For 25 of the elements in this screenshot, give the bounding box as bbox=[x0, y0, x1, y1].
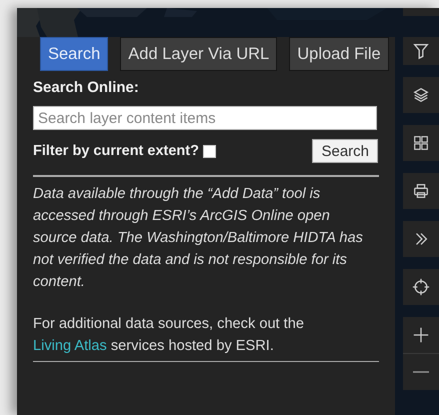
section-label: Search Online: bbox=[33, 79, 140, 96]
layers-icon bbox=[412, 86, 430, 104]
search-button[interactable]: Search bbox=[312, 139, 378, 163]
filter-label: Filter by current extent? bbox=[33, 143, 199, 159]
print-icon bbox=[412, 182, 430, 200]
minus-icon bbox=[412, 371, 430, 373]
print-button[interactable] bbox=[403, 173, 439, 209]
grid-icon bbox=[412, 134, 430, 152]
filter-button[interactable] bbox=[403, 37, 439, 65]
locate-button[interactable] bbox=[403, 269, 439, 305]
layers-button[interactable] bbox=[403, 77, 439, 113]
checkbox[interactable] bbox=[202, 144, 216, 158]
plus-icon bbox=[412, 326, 430, 344]
locate-icon bbox=[412, 278, 430, 296]
grid-button[interactable] bbox=[403, 125, 439, 161]
tab[interactable]: Add Layer Via URL bbox=[120, 37, 278, 71]
disclaimer-text: Data available through the “Add Data” tool is accessed through ESRI’s ArcGIS Online open source data. The Washington/Baltimore HIDTA has not verified the data and is not responsible for its content. bbox=[33, 185, 363, 292]
living-atlas-link[interactable]: Living Atlas bbox=[33, 338, 107, 354]
search-field[interactable]: Search layer content items bbox=[33, 106, 377, 130]
expand-button[interactable] bbox=[403, 221, 439, 257]
tab[interactable]: Search bbox=[40, 37, 108, 71]
zoom-in-button[interactable] bbox=[403, 317, 439, 353]
tab[interactable]: Upload File bbox=[289, 37, 389, 71]
info-text: For additional data sources, check out the Living Atlas services hosted by ESRI. bbox=[33, 315, 305, 356]
filter-icon bbox=[412, 42, 430, 60]
